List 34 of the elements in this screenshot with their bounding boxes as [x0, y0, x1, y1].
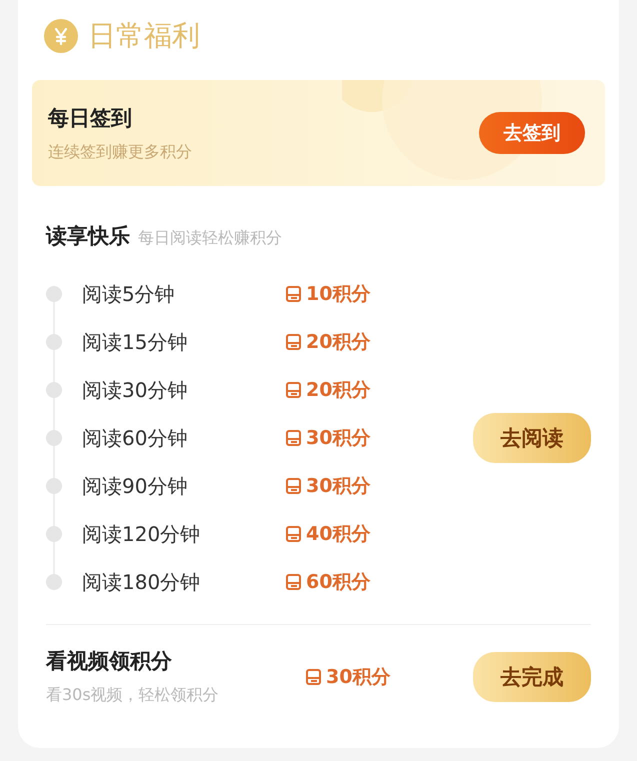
reading-subtitle: 每日阅读轻松赚积分: [138, 228, 282, 249]
points-icon: [286, 286, 301, 302]
checkin-button[interactable]: 去签到: [479, 112, 585, 154]
task-label: 阅读90分钟: [82, 472, 188, 500]
points-icon: [306, 668, 321, 684]
points-label: 30积分: [306, 426, 370, 451]
points-icon: [286, 574, 301, 590]
task-label: 阅读60分钟: [82, 424, 188, 452]
video-subtitle: 看30s视频，轻松领积分: [46, 685, 220, 706]
points-label: 20积分: [306, 378, 370, 403]
points-icon: [286, 478, 301, 494]
task-label: 阅读180分钟: [82, 568, 202, 596]
points-label: 60积分: [306, 570, 370, 595]
task-label: 阅读15分钟: [82, 328, 188, 356]
points-label: 30积分: [306, 474, 370, 499]
complete-button[interactable]: 去完成: [473, 652, 591, 702]
task-label: 阅读120分钟: [82, 520, 202, 548]
points-icon: [286, 526, 301, 542]
points-label: 40积分: [306, 522, 370, 547]
points-icon: [286, 382, 301, 398]
section-title: 日常福利: [88, 18, 200, 54]
points-label: 10积分: [306, 282, 370, 307]
coin-icon: [44, 19, 78, 53]
checkin-title: 每日签到: [48, 104, 133, 132]
reading-title: 读享快乐: [46, 223, 130, 250]
checkin-subtitle: 连续签到赚更多积分: [48, 142, 192, 162]
task-label: 阅读30分钟: [82, 376, 188, 404]
video-title: 看视频领积分: [46, 648, 173, 675]
points-label: 30积分: [326, 664, 390, 690]
points-label: 20积分: [306, 330, 370, 355]
task-label: 阅读5分钟: [82, 280, 176, 308]
points-icon: [286, 430, 301, 446]
points-icon: [286, 334, 301, 350]
read-button[interactable]: 去阅读: [473, 413, 591, 463]
